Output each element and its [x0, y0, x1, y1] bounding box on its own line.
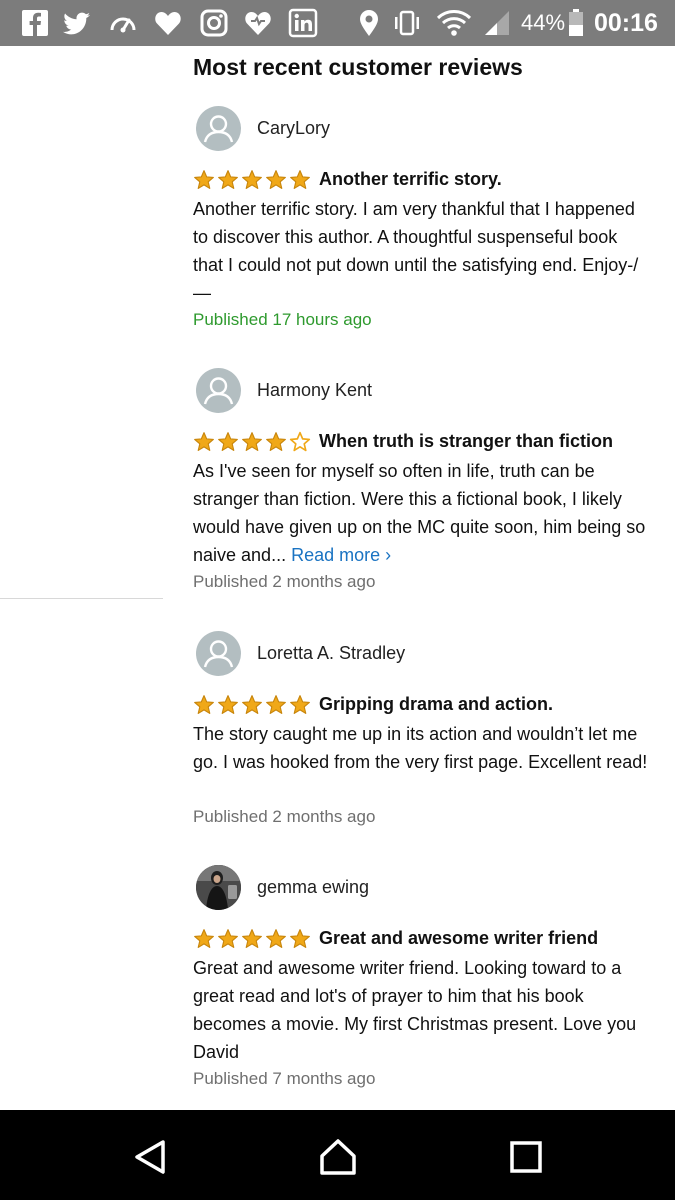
twitter-icon — [63, 12, 90, 35]
back-icon[interactable] — [130, 1137, 170, 1177]
clock: 00:16 — [594, 9, 658, 37]
wifi-icon — [436, 10, 472, 36]
star-filled-icon — [242, 929, 262, 948]
battery-icon — [569, 9, 583, 36]
home-icon[interactable] — [318, 1137, 358, 1177]
profile-photo-icon — [196, 865, 241, 910]
reviewer[interactable]: Loretta A. Stradley — [196, 631, 636, 677]
star-filled-icon — [290, 695, 310, 714]
vibrate-icon — [395, 10, 419, 36]
star-filled-icon — [242, 170, 262, 189]
default-avatar-icon — [203, 115, 234, 143]
star-filled-icon — [242, 432, 262, 451]
star-filled-icon — [290, 170, 310, 189]
linkedin-icon — [288, 8, 318, 38]
reviewer[interactable]: Harmony Kent — [196, 368, 636, 414]
star-filled-icon — [218, 695, 238, 714]
star-rating — [193, 694, 311, 716]
star-filled-icon — [218, 929, 238, 948]
star-empty-icon — [289, 431, 311, 452]
speedometer-icon — [110, 17, 136, 33]
star-rating — [193, 431, 311, 453]
published-date: Published 2 months ago — [193, 807, 376, 826]
star-filled-icon — [194, 929, 214, 948]
reviewer-name[interactable]: Loretta A. Stradley — [257, 641, 405, 665]
facebook-icon — [22, 10, 48, 37]
reviewer-name[interactable]: Harmony Kent — [257, 378, 372, 402]
system-nav-bar — [0, 1110, 675, 1200]
default-avatar-icon — [203, 640, 234, 668]
star-filled-icon — [266, 432, 286, 451]
default-avatar-icon — [203, 377, 234, 405]
recents-icon[interactable] — [506, 1137, 546, 1177]
star-filled-icon — [266, 929, 286, 948]
review-body: As I've seen for myself so often in life… — [193, 457, 648, 569]
review-body: Great and awesome writer friend. Looking… — [193, 958, 637, 1062]
star-rating — [193, 928, 311, 950]
published-date: Published 2 months ago — [193, 572, 376, 591]
review-body: Another terrific story. I am very thankf… — [193, 199, 639, 303]
avatar[interactable] — [196, 865, 241, 910]
rating-row: Gripping drama and action. — [193, 692, 653, 718]
star-filled-icon — [218, 170, 238, 189]
left-pane-divider — [0, 598, 163, 599]
reviewer[interactable]: gemma ewing — [196, 865, 636, 911]
star-filled-icon — [194, 695, 214, 714]
star-filled-icon — [194, 170, 214, 189]
status-bar: 44% 00:16 — [0, 0, 675, 46]
star-filled-icon — [266, 695, 286, 714]
reviewer-name[interactable]: gemma ewing — [257, 875, 369, 899]
star-filled-icon — [194, 432, 214, 451]
location-icon — [360, 10, 378, 36]
review-title[interactable]: Another terrific story. — [319, 167, 502, 191]
star-filled-icon — [242, 695, 262, 714]
read-more-link[interactable]: Read more › — [291, 545, 391, 565]
avatar[interactable] — [196, 631, 241, 676]
review-title[interactable]: When truth is stranger than fiction — [319, 429, 613, 453]
heart-icon — [155, 12, 181, 35]
reviewer[interactable]: CaryLory — [196, 106, 636, 152]
battery-percentage: 44% — [521, 10, 566, 35]
star-rating — [193, 169, 311, 191]
star-filled-icon — [290, 929, 310, 948]
avatar[interactable] — [196, 368, 241, 413]
review-body: The story caught me up in its action and… — [193, 724, 648, 772]
rating-row: Great and awesome writer friend — [193, 926, 653, 952]
review-title[interactable]: Great and awesome writer friend — [319, 926, 598, 950]
rating-row: When truth is stranger than fiction — [193, 429, 653, 455]
review-body-text: As I've seen for myself so often in life… — [193, 461, 646, 565]
instagram-icon — [200, 9, 228, 37]
review-title[interactable]: Gripping drama and action. — [319, 692, 553, 716]
reviewer-name[interactable]: CaryLory — [257, 116, 330, 140]
published-date: Published 7 months ago — [193, 1069, 376, 1088]
page-title: Most recent customer reviews — [193, 54, 523, 80]
published-date: Published 17 hours ago — [193, 310, 372, 329]
star-filled-icon — [218, 432, 238, 451]
star-filled-icon — [266, 170, 286, 189]
avatar[interactable] — [196, 106, 241, 151]
signal-icon — [485, 11, 509, 35]
rating-row: Another terrific story. — [193, 167, 653, 193]
heart-badge-icon — [245, 12, 271, 35]
